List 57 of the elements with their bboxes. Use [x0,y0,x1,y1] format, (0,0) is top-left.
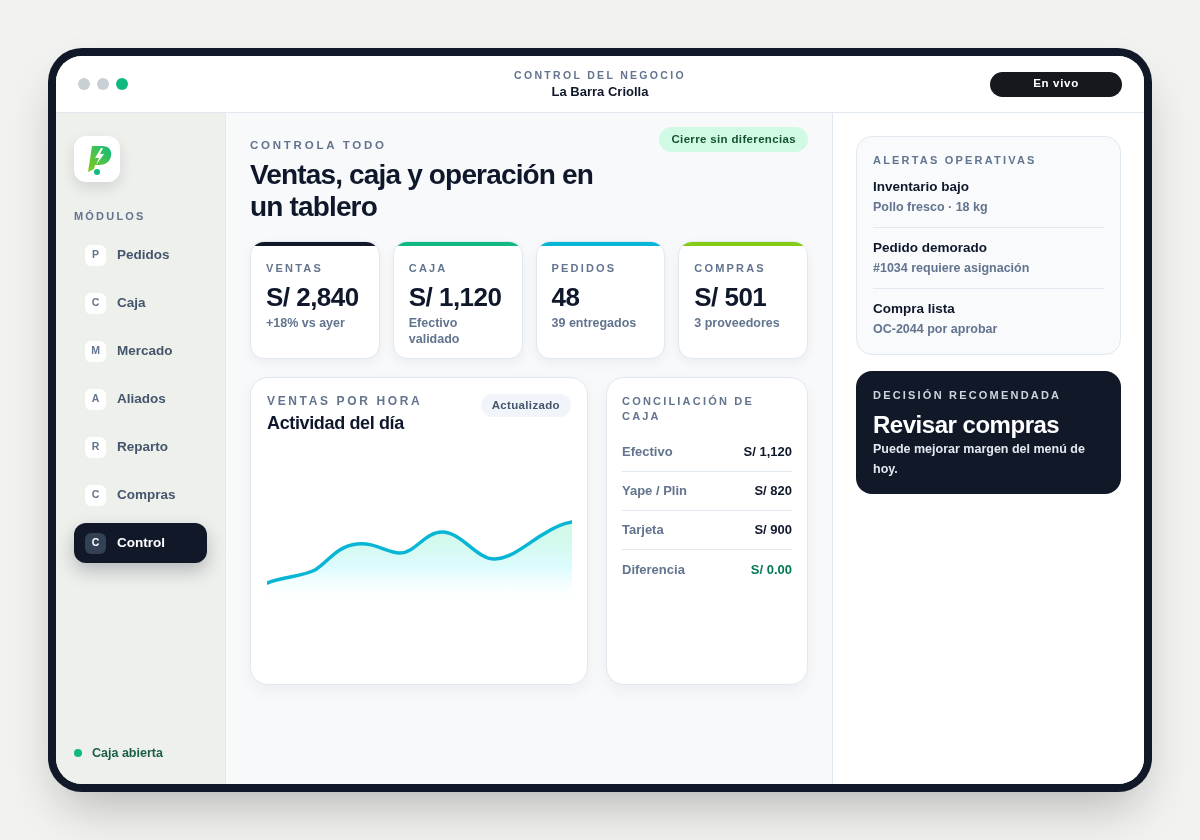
updated-badge: Actualizado [480,394,571,417]
payment-method: Tarjeta [622,521,664,540]
nav-item[interactable]: C Compras [74,475,207,515]
section-label: MÓDULOS [74,209,147,223]
section-label: CONCILIACIÓN DE CAJA [622,394,755,424]
amount: S/ 900 [754,521,792,540]
chart-title: Actividad del día [267,412,406,434]
stat-label: CAJA [408,261,449,275]
nav-item[interactable]: C Caja [74,283,207,323]
nav-item[interactable]: R Reparto [74,427,207,467]
module-initial: M [85,340,106,362]
module-initial: A [85,388,106,410]
payment-method: Efectivo [622,443,673,462]
stat-label: PEDIDOS [551,261,618,275]
module-initial: R [85,436,106,458]
stat-note: Efectivo validado [408,315,461,347]
alert-title: Inventario bajo [873,178,971,196]
section-label: DECISIÓN RECOMENDADA [873,388,1063,402]
section-label: VENTAS POR HORA [267,394,423,409]
window-title: La Barra Criolla [551,82,649,101]
stat-note: 3 proveedores [694,315,781,331]
alert-title: Pedido demorado [873,239,988,257]
live-indicator: En vivo [990,71,1122,97]
nav-item[interactable]: P Pedidos [74,235,207,275]
amount: S/ 820 [754,482,792,501]
status-badge: Cierre sin diferencias [659,127,808,152]
stat-label: COMPRAS [694,261,767,275]
logo-icon [74,136,120,182]
payment-method: Yape / Plin [622,482,688,501]
nav-item[interactable]: C Control [74,523,207,563]
stat-value: S/ 2,840 [266,282,360,312]
payment-method: Diferencia [622,560,685,579]
stat-note: 39 entregados [551,315,638,331]
nav-item[interactable]: A Aliados [74,379,207,419]
recommendation-text: Puede mejorar margen del menú de hoy. [873,441,1086,478]
alert-detail: #1034 requiere asignación [873,260,1031,277]
status-label: Caja abierta [92,745,163,761]
app-eyebrow: CONTROL DEL NEGOCIO [514,67,686,82]
module-initial: C [85,484,106,506]
section-label: ALERTAS OPERATIVAS [873,153,1038,167]
page-eyebrow: CONTROLA TODO [250,138,387,153]
amount: S/ 0.00 [750,560,792,579]
stat-value: S/ 501 [694,282,768,312]
stat-label: VENTAS [266,261,324,275]
amount: S/ 1,120 [743,443,792,462]
alert-detail: OC-2044 por aprobar [873,321,999,338]
stat-value: S/ 1,120 [408,282,503,312]
module-initial: P [85,244,106,266]
recommendation-title: Revisar compras [873,411,1061,439]
nav-item[interactable]: M Mercado [74,331,207,371]
module-initial: C [85,532,106,554]
alert-title: Compra lista [873,300,956,318]
stat-value: 48 [551,282,581,312]
page-heading: Ventas, caja y operación en un tablero [250,159,595,223]
module-initial: C [85,292,106,314]
stat-note: +18% vs ayer [266,315,346,331]
alert-detail: Pollo fresco · 18 kg [873,199,989,216]
